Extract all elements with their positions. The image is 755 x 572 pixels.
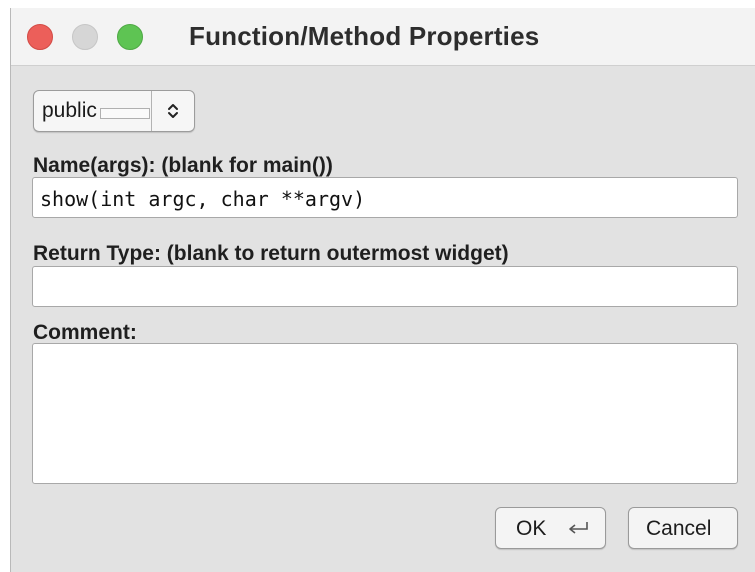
access-level-select[interactable]: public — [33, 90, 195, 132]
return-type-input[interactable] — [32, 266, 738, 307]
name-args-input[interactable]: show(int argc, char **argv) — [32, 177, 738, 218]
title-bar[interactable]: Function/Method Properties — [11, 8, 755, 66]
select-value-box — [100, 108, 150, 119]
up-down-chevron-icon[interactable] — [152, 91, 194, 131]
zoom-window-button[interactable] — [117, 24, 143, 50]
access-level-value: public — [42, 99, 160, 125]
name-args-value: show(int argc, char **argv) — [40, 187, 366, 211]
dialog-title: Function/Method Properties — [189, 21, 540, 51]
ok-button-label: OK — [516, 517, 547, 540]
access-level-text: public — [42, 99, 97, 122]
minimize-window-button[interactable] — [72, 24, 98, 50]
comment-label: Comment: — [33, 321, 137, 344]
function-method-properties-dialog: Function/Method Properties public Name(a… — [10, 8, 755, 572]
cancel-button-label: Cancel — [646, 517, 712, 540]
name-args-label: Name(args): (blank for main()) — [33, 154, 333, 177]
ok-button[interactable]: OK — [495, 507, 606, 549]
return-type-label: Return Type: (blank to return outermost … — [33, 242, 509, 265]
comment-textarea[interactable] — [32, 343, 738, 484]
close-window-button[interactable] — [27, 24, 53, 50]
cancel-button[interactable]: Cancel — [628, 507, 738, 549]
return-key-icon — [569, 522, 588, 534]
